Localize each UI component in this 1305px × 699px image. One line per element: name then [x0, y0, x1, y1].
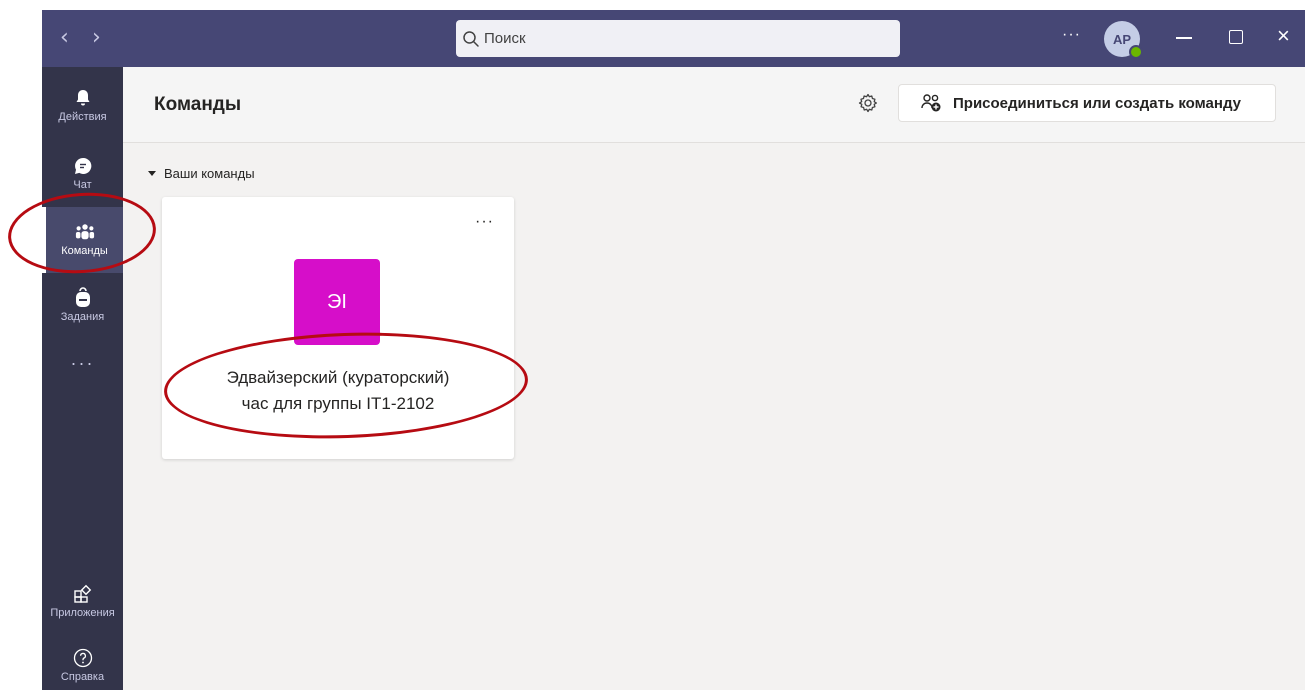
avatar-initials: AP	[1112, 31, 1132, 47]
search-icon	[463, 30, 479, 47]
rail-item-label: Задания	[60, 311, 105, 323]
rail-item-help[interactable]: Справка	[42, 633, 123, 699]
team-card[interactable]: ··· ЭI Эдвайзерский (кураторский) час дл…	[162, 197, 514, 459]
apps-icon	[73, 584, 93, 604]
search-input[interactable]: Поиск	[456, 20, 900, 57]
team-avatar-tile: ЭI	[294, 259, 380, 345]
page-title: Команды	[154, 94, 242, 115]
presence-available-icon	[1129, 45, 1143, 59]
rail-item-assignments[interactable]: Задания	[42, 273, 123, 339]
rail-item-label: Действия	[58, 111, 107, 123]
page-header: Команды Присоединиться или создать коман…	[123, 67, 1305, 143]
rail-item-label: Приложения	[50, 607, 115, 619]
main-content: Команды Присоединиться или создать коман…	[123, 67, 1305, 690]
maximize-icon[interactable]	[1229, 30, 1243, 44]
more-options-icon[interactable]: ···	[1062, 26, 1081, 44]
rail-item-apps[interactable]: Приложения	[42, 569, 123, 635]
more-apps-icon[interactable]: ···	[42, 353, 123, 374]
close-icon[interactable]: ×	[1277, 24, 1290, 48]
teams-icon	[75, 222, 95, 242]
rail-item-label: Справка	[60, 671, 105, 683]
caret-down-icon	[148, 171, 156, 176]
join-or-create-team-button[interactable]: Присоединиться или создать команду	[898, 84, 1276, 122]
chat-icon	[73, 156, 93, 176]
rail-item-activity[interactable]: Действия	[42, 73, 123, 139]
title-bar: ‹ › Поиск ··· AP ×	[42, 10, 1305, 67]
rail-item-label: Чат	[73, 179, 92, 191]
team-name-line: час для группы IT1-2102	[241, 394, 435, 413]
back-arrow-icon[interactable]: ‹	[60, 24, 69, 52]
rail-item-chat[interactable]: Чат	[42, 141, 123, 207]
forward-arrow-icon[interactable]: ›	[92, 24, 101, 52]
app-rail: Действия Чат Команды Задания ··· Приложе…	[42, 67, 123, 690]
people-add-icon	[921, 94, 941, 112]
help-icon	[73, 648, 93, 668]
section-label: Ваши команды	[164, 166, 255, 181]
bell-icon	[73, 88, 93, 108]
minimize-icon[interactable]	[1176, 37, 1192, 39]
search-placeholder: Поиск	[484, 30, 526, 47]
avatar[interactable]: AP	[1104, 21, 1143, 59]
more-options-icon[interactable]: ···	[475, 213, 494, 231]
join-button-label: Присоединиться или создать команду	[953, 94, 1241, 112]
backpack-icon	[73, 287, 93, 308]
team-name: Эдвайзерский (кураторский) час для групп…	[162, 365, 514, 417]
team-initials: ЭI	[327, 290, 347, 313]
rail-item-label: Команды	[61, 245, 108, 257]
rail-item-teams[interactable]: Команды	[42, 207, 123, 273]
section-your-teams[interactable]: Ваши команды	[148, 166, 255, 181]
team-name-line: Эдвайзерский (кураторский)	[226, 368, 450, 387]
gear-icon[interactable]	[857, 92, 879, 114]
